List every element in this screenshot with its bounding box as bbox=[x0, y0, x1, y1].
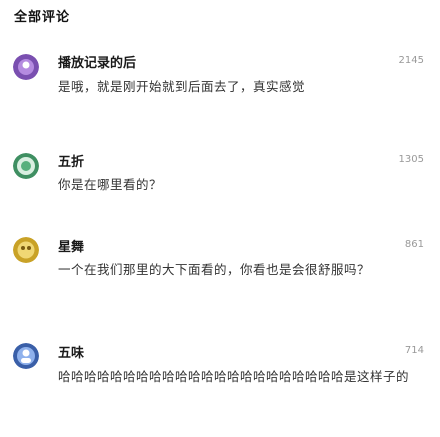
like-count[interactable]: 1305 bbox=[399, 154, 424, 165]
comments-header-title: 全部评论 bbox=[14, 10, 71, 25]
comment-username[interactable]: 播放记录的后 bbox=[58, 52, 136, 71]
like-count[interactable]: 2145 bbox=[399, 55, 424, 66]
comment-text: 一个在我们那里的大下面看的，你看也是会很舒服吗？ bbox=[58, 262, 371, 277]
user-avatar-icon bbox=[13, 237, 39, 263]
user-avatar-icon bbox=[13, 343, 39, 369]
like-count[interactable]: 714 bbox=[405, 345, 424, 356]
avatar[interactable] bbox=[13, 343, 39, 369]
comment-text: 你是在哪里看的？ bbox=[58, 177, 163, 192]
avatar[interactable] bbox=[13, 54, 39, 80]
comment-text: 哈哈哈哈哈哈哈哈哈哈哈哈哈哈哈哈哈哈哈哈哈哈是这样子的 bbox=[58, 369, 410, 384]
comment-text: 是哦，就是刚开始就到后面去了，真实感觉 bbox=[58, 79, 306, 94]
comments-screen: 全部评论 播放记录的后 2145 是哦，就是刚开始就到后面去了，真实感觉 五折 … bbox=[0, 0, 440, 437]
avatar[interactable] bbox=[13, 237, 39, 263]
comment-username[interactable]: 五折 bbox=[58, 151, 84, 170]
like-count[interactable]: 861 bbox=[405, 239, 424, 250]
user-avatar-icon bbox=[13, 153, 39, 179]
avatar[interactable] bbox=[13, 153, 39, 179]
comment-username[interactable]: 星舞 bbox=[58, 236, 84, 255]
user-avatar-icon bbox=[13, 54, 39, 80]
comment-username[interactable]: 五味 bbox=[58, 342, 84, 361]
